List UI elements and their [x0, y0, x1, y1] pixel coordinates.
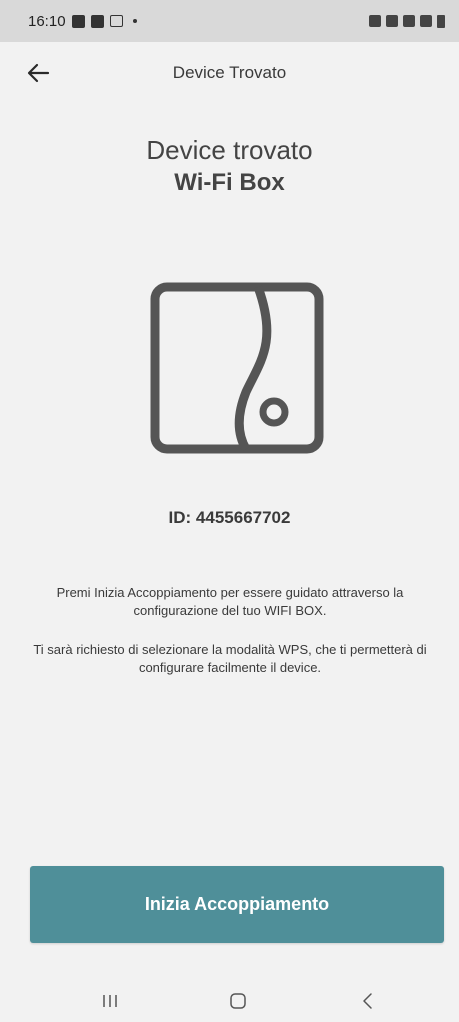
gmail-icon — [109, 15, 123, 27]
description-wps: Ti sarà richiesto di selezionare la moda… — [33, 642, 427, 675]
image-icon — [71, 14, 85, 28]
heading: Device trovato Wi-Fi Box — [0, 133, 459, 199]
home-button[interactable] — [226, 990, 250, 1012]
status-left: 16:10 — [28, 13, 137, 30]
wifi-box-device-icon — [150, 282, 324, 454]
heading-device-name: Wi-Fi Box — [174, 169, 285, 196]
signal-icon — [420, 15, 432, 27]
battery-icon — [437, 14, 445, 28]
heading-title: Device trovato — [146, 135, 313, 165]
hi-app-icon — [90, 14, 104, 28]
recent-apps-button[interactable] — [98, 990, 122, 1012]
home-icon — [230, 993, 246, 1009]
dot-icon — [132, 19, 137, 23]
system-back-button[interactable] — [356, 990, 380, 1012]
back-nav-icon — [363, 993, 372, 1009]
alarm-icon — [369, 15, 381, 27]
recent-apps-icon — [103, 995, 117, 1007]
description-pairing: Premi Inizia Accoppiamento per essere gu… — [56, 585, 404, 618]
page-title: Device Trovato — [172, 63, 287, 82]
app-bar: Device Trovato — [0, 42, 459, 104]
arrow-left-icon — [27, 63, 50, 83]
wifi-icon — [403, 15, 415, 27]
back-button[interactable] — [24, 60, 52, 86]
status-time: 16:10 — [28, 12, 66, 30]
status-right — [369, 14, 445, 28]
status-bar: 16:10 — [0, 0, 459, 42]
system-nav-bar — [0, 980, 459, 1022]
mute-icon — [386, 15, 398, 27]
device-id: ID: 4455667702 — [168, 508, 291, 527]
start-pairing-button[interactable]: Inizia Accoppiamento — [30, 866, 444, 943]
